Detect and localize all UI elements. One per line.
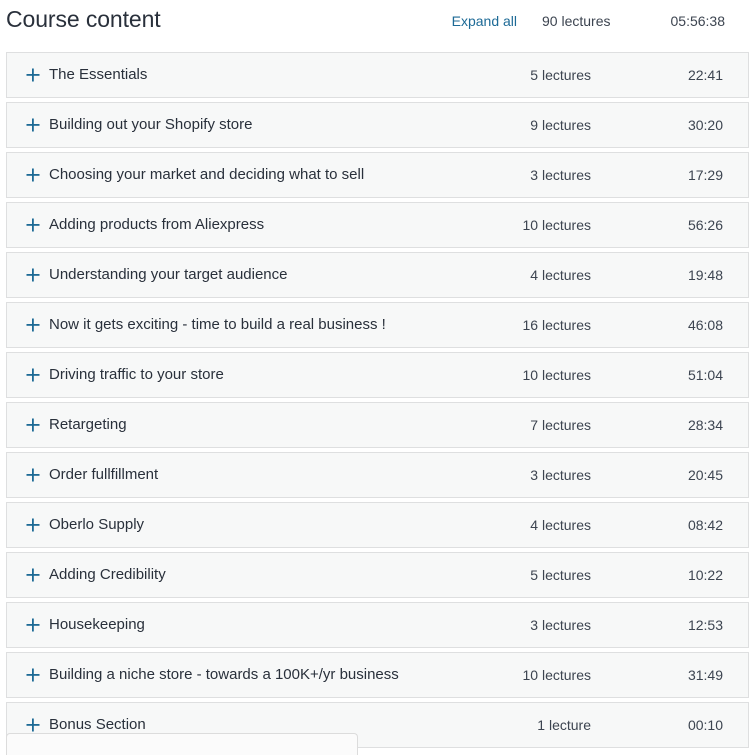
course-content-header: Course content Expand all 90 lectures 05… — [0, 0, 756, 47]
section-title: Retargeting — [49, 416, 127, 433]
section-duration: 51:04 — [687, 367, 723, 383]
section-duration: 00:10 — [687, 717, 723, 733]
plus-icon[interactable] — [26, 118, 40, 132]
section-duration: 22:41 — [687, 67, 723, 83]
section-row[interactable]: Building out your Shopify store 9 lecture… — [6, 102, 749, 148]
section-title: Building a niche store - towards a 100K+… — [49, 666, 399, 683]
plus-icon[interactable] — [26, 368, 40, 382]
plus-icon[interactable] — [26, 668, 40, 682]
plus-icon[interactable] — [26, 568, 40, 582]
section-row[interactable]: Retargeting 7 lectures 28:34 — [6, 402, 749, 448]
section-duration: 08:42 — [687, 517, 723, 533]
plus-icon[interactable] — [26, 418, 40, 432]
section-row[interactable]: Choosing your market and deciding what t… — [6, 152, 749, 198]
section-row[interactable]: Adding products from Aliexpress 10 lectur… — [6, 202, 749, 248]
section-duration: 20:45 — [687, 467, 723, 483]
plus-icon[interactable] — [26, 168, 40, 182]
page-title: Course content — [6, 6, 161, 32]
section-title: Adding products from Aliexpress — [49, 216, 265, 233]
section-title: Housekeeping — [49, 616, 145, 633]
section-lecture-count: 5 lectures — [530, 67, 591, 83]
section-lecture-count: 1 lecture — [537, 717, 591, 733]
section-lecture-count: 5 lectures — [530, 567, 591, 583]
section-row[interactable]: Order fullfillment 3 lectures 20:45 — [6, 452, 749, 498]
section-duration: 19:48 — [687, 267, 723, 283]
section-lecture-count: 3 lectures — [530, 167, 591, 183]
plus-icon[interactable] — [26, 468, 40, 482]
section-lecture-count: 3 lectures — [530, 617, 591, 633]
section-lecture-count: 9 lectures — [530, 117, 591, 133]
section-lecture-count: 4 lectures — [530, 517, 591, 533]
section-duration: 31:49 — [687, 667, 723, 683]
section-title: The Essentials — [49, 66, 148, 83]
section-row[interactable]: Understanding your target audience 4 lect… — [6, 252, 749, 298]
section-title: Understanding your target audience — [49, 266, 288, 283]
section-duration: 56:26 — [687, 217, 723, 233]
plus-icon[interactable] — [26, 618, 40, 632]
section-title: Oberlo Supply — [49, 516, 145, 533]
section-lecture-count: 7 lectures — [530, 417, 591, 433]
section-row[interactable]: Adding Credibility 5 lectures 10:22 — [6, 552, 749, 598]
section-lecture-count: 16 lectures — [522, 317, 591, 333]
expand-all-link[interactable]: Expand all — [452, 12, 517, 30]
total-duration: 05:56:38 — [670, 13, 726, 29]
section-duration: 28:34 — [687, 417, 723, 433]
plus-icon[interactable] — [26, 68, 40, 82]
header-meta: Expand all 90 lectures 05:56:38 — [452, 12, 725, 30]
section-row[interactable]: Oberlo Supply 4 lectures 08:42 — [6, 502, 749, 548]
section-lecture-count: 10 lectures — [522, 367, 591, 383]
plus-icon[interactable] — [26, 518, 40, 532]
section-title: Bonus Section — [49, 716, 146, 733]
section-title: Choosing your market and deciding what t… — [49, 166, 365, 183]
section-duration: 10:22 — [687, 567, 723, 583]
section-lecture-count: 4 lectures — [530, 267, 591, 283]
section-lecture-count: 10 lectures — [522, 217, 591, 233]
plus-icon[interactable] — [26, 218, 40, 232]
section-row[interactable]: Driving traffic to your store 10 lectures… — [6, 352, 749, 398]
section-title: Now it gets exciting - time to build a r… — [49, 316, 386, 333]
plus-icon[interactable] — [26, 268, 40, 282]
section-row[interactable]: The Essentials 5 lectures 22:41 — [6, 52, 749, 98]
section-row[interactable]: Building a niche store - towards a 100K+… — [6, 652, 749, 698]
section-title: Adding Credibility — [49, 566, 166, 583]
section-title: Driving traffic to your store — [49, 366, 224, 383]
section-title: Order fullfillment — [49, 466, 159, 483]
plus-icon[interactable] — [26, 318, 40, 332]
section-duration: 17:29 — [687, 167, 723, 183]
section-row[interactable]: Now it gets exciting - time to build a r… — [6, 302, 749, 348]
section-title: Building out your Shopify store — [49, 116, 253, 133]
section-lecture-count: 3 lectures — [530, 467, 591, 483]
section-lecture-count: 10 lectures — [522, 667, 591, 683]
total-lectures-count: 90 lectures — [542, 13, 611, 29]
section-duration: 30:20 — [687, 117, 723, 133]
section-duration: 46:08 — [687, 317, 723, 333]
section-duration: 12:53 — [687, 617, 723, 633]
section-row[interactable]: Housekeeping 3 lectures 12:53 — [6, 602, 749, 648]
plus-icon[interactable] — [26, 718, 40, 732]
course-section-list: The Essentials 5 lectures 22:41 Building ou… — [6, 52, 749, 752]
